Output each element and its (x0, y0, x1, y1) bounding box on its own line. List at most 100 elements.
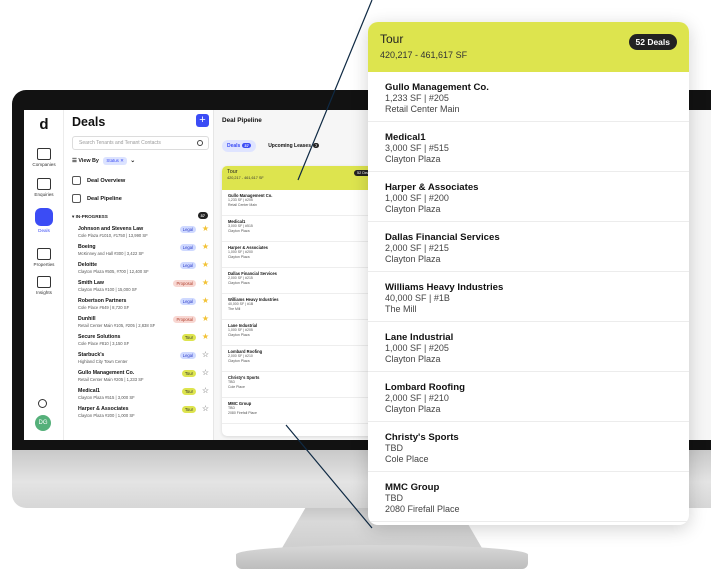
deal-details: Cole Place #649 | 8,720 SF (78, 305, 130, 310)
pipeline-card[interactable]: Medical1 3,000 SF | #515 Clayton Plaza (222, 216, 380, 242)
zoom-card-property: Clayton Plaza (385, 404, 441, 414)
building-icon (37, 148, 51, 160)
deal-overview-link[interactable]: Deal Overview (72, 176, 210, 185)
add-deal-button[interactable]: + (196, 114, 209, 127)
zoom-card-size: TBD (385, 493, 403, 503)
group-header-in-progress[interactable]: ▾ IN-PROGRESS 37 (72, 212, 210, 220)
card-property: Cole Place (228, 384, 245, 389)
document-icon (37, 178, 51, 190)
star-icon[interactable]: ☆ (202, 368, 209, 377)
zoom-card-name: Dallas Financial Services (385, 232, 500, 243)
zoom-card-property: The Mill (385, 304, 417, 314)
star-icon[interactable]: ☆ (202, 350, 209, 359)
zoom-pipeline-card[interactable]: Lombard Roofing 2,000 SF | #210 Clayton Pl… (368, 372, 689, 422)
zoom-pipeline-card[interactable]: Harper & Associates 1,000 SF | #200 Clayto… (368, 172, 689, 222)
view-by-filter[interactable]: ☰ View By Status ✕ ⌄ (72, 157, 135, 165)
pipeline-card[interactable]: MMC Group TBD 2080 Firefall Place (222, 398, 380, 424)
zoom-card-property: Clayton Plaza (385, 254, 441, 264)
zoom-card-property: 2080 Firefall Place (385, 504, 460, 514)
chevron-down-icon[interactable]: ⌄ (130, 158, 135, 164)
zoom-pipeline-card[interactable]: Medical1 3,000 SF | #515 Clayton Plaza (368, 122, 689, 172)
search-icon[interactable] (197, 140, 203, 146)
zoom-card-size: TBD (385, 443, 403, 453)
deal-details: McKinney and Hall #300 | 3,422 SF (78, 251, 144, 256)
deal-details: Retail Center Main #105, #205 | 2,838 SF (78, 323, 156, 328)
column-range: 420,217 - 461,617 SF (227, 176, 264, 180)
star-icon[interactable]: ☆ (202, 404, 209, 413)
tour-column-header[interactable]: Tour 420,217 - 461,617 SF 52 Deals (222, 166, 380, 190)
user-avatar[interactable]: DG (35, 415, 51, 431)
deal-details: Clayton Plaza #515 | 3,000 SF (78, 395, 135, 400)
zoom-card-property: Cole Place (385, 454, 429, 464)
tenant-search-input[interactable]: Search Tenants and Tenant Contacts (72, 136, 209, 150)
deal-stage-badge: Tour (181, 406, 196, 413)
card-property: Clayton Plaza (228, 358, 250, 363)
pipeline-card[interactable]: Lombard Roofing 2,000 SF | #210 Clayton Pl… (222, 346, 380, 372)
nav-item-companies[interactable]: Companies (24, 148, 64, 167)
star-icon[interactable]: ★ (202, 296, 209, 305)
nav-item-insights[interactable]: Insights (24, 276, 64, 295)
zoom-column-count-badge: 52 Deals (628, 34, 677, 50)
view-by-label: View By (78, 158, 99, 164)
nav-rail: d Companies Enquiries Deals Properties Insig… (24, 110, 64, 440)
deal-details: Clayton Plaza #100 | 15,000 SF (78, 287, 138, 292)
zoom-pipeline-card[interactable]: Dallas Financial Services 2,000 SF | #215… (368, 222, 689, 272)
star-icon[interactable]: ★ (202, 314, 209, 323)
zoom-pipeline-card[interactable]: MMC Group TBD 2080 Firefall Place (368, 472, 689, 522)
pipeline-card[interactable]: Williams Heavy Industries 40,000 SF | #1B… (222, 294, 380, 320)
deal-list-item[interactable]: Harper & Associates Clayton Plaza #200 | … (78, 404, 210, 428)
nav-label: Properties (33, 262, 55, 267)
pipeline-card[interactable]: Dallas Financial Services 2,000 SF | #215… (222, 268, 380, 294)
card-property: Clayton Plaza (228, 280, 250, 285)
zoom-pipeline-card[interactable]: Williams Heavy Industries 40,000 SF | #1B… (368, 272, 689, 322)
zoom-column-range: 420,217 - 461,617 SF (380, 50, 468, 60)
zoom-card-size: 40,000 SF | #1B (385, 293, 450, 303)
card-property: Retail Center Main (228, 202, 257, 207)
zoom-pipeline-card[interactable]: Christy's Sports TBD Cole Place (368, 422, 689, 472)
pipeline-card[interactable]: Christy's Sports TBD Cole Place (222, 372, 380, 398)
status-filter-chip[interactable]: Status ✕ (103, 157, 127, 165)
tour-column-zoom: Tour 420,217 - 461,617 SF 52 Deals Gullo… (368, 22, 689, 525)
zoom-card-property: Clayton Plaza (385, 204, 441, 214)
star-icon[interactable]: ★ (202, 224, 209, 233)
nav-item-properties[interactable]: Properties (24, 248, 64, 267)
zoom-card-size: 1,000 SF | #200 (385, 193, 449, 203)
pipeline-card[interactable]: Lane Industrial 1,000 SF | #205 Clayton Pl… (222, 320, 380, 346)
nav-item-deals[interactable]: Deals (24, 208, 64, 233)
deal-stage-badge: Tour (181, 370, 196, 377)
zoom-card-name: Lane Industrial (385, 332, 454, 343)
deal-stage-badge: Proposal (173, 316, 196, 323)
deal-pipeline-link[interactable]: Deal Pipeline (72, 194, 210, 203)
star-icon[interactable]: ☆ (202, 386, 209, 395)
zoom-card-size: 2,000 SF | #215 (385, 243, 449, 253)
zoom-pipeline-card[interactable]: Lane Industrial 1,000 SF | #205 Clayton Pl… (368, 322, 689, 372)
star-icon[interactable]: ★ (202, 242, 209, 251)
zoom-column-header[interactable]: Tour 420,217 - 461,617 SF 52 Deals (368, 22, 689, 72)
star-icon[interactable]: ★ (202, 278, 209, 287)
zoom-card-name: Christy's Sports (385, 432, 459, 443)
pipeline-card[interactable]: Harper & Associates 1,000 SF | #200 Clayto… (222, 242, 380, 268)
star-icon[interactable]: ★ (202, 332, 209, 341)
global-search-icon[interactable] (38, 399, 47, 408)
deals-panel: Deals + Search Tenants and Tenant Contac… (64, 110, 214, 440)
card-property: Clayton Plaza (228, 254, 250, 259)
zoom-card-property: Clayton Plaza (385, 354, 441, 364)
nav-label: Deals (38, 228, 50, 233)
nav-item-enquiries[interactable]: Enquiries (24, 178, 64, 197)
tab-deals[interactable]: Deals 37 (222, 140, 256, 152)
zoom-pipeline-card[interactable]: Gullo Management Co. 1,233 SF | #205 Retai… (368, 72, 689, 122)
deal-details: Cole Place #810 | 3,150 SF (78, 341, 130, 346)
tab-upcoming-leases[interactable]: Upcoming Leases 7 (263, 140, 324, 152)
pipeline-title: Deal Pipeline (222, 117, 262, 124)
pipeline-card[interactable]: Gullo Management Co. 1,233 SF | #205 Retai… (222, 190, 380, 216)
card-property: Clayton Plaza (228, 332, 250, 337)
deal-stage-badge: Legal (179, 352, 196, 359)
deal-details: Clayton Plaza #200 | 1,000 SF (78, 413, 135, 418)
zoom-card-size: 2,000 SF | #210 (385, 393, 449, 403)
pipeline-tabs: Deals 37 Upcoming Leases 7 (222, 140, 330, 152)
star-icon[interactable]: ★ (202, 260, 209, 269)
deal-stage-badge: Legal (179, 262, 196, 269)
zoom-card-size: 1,000 SF | #205 (385, 343, 449, 353)
overview-icon (72, 176, 81, 185)
zoom-card-property: Clayton Plaza (385, 154, 441, 164)
